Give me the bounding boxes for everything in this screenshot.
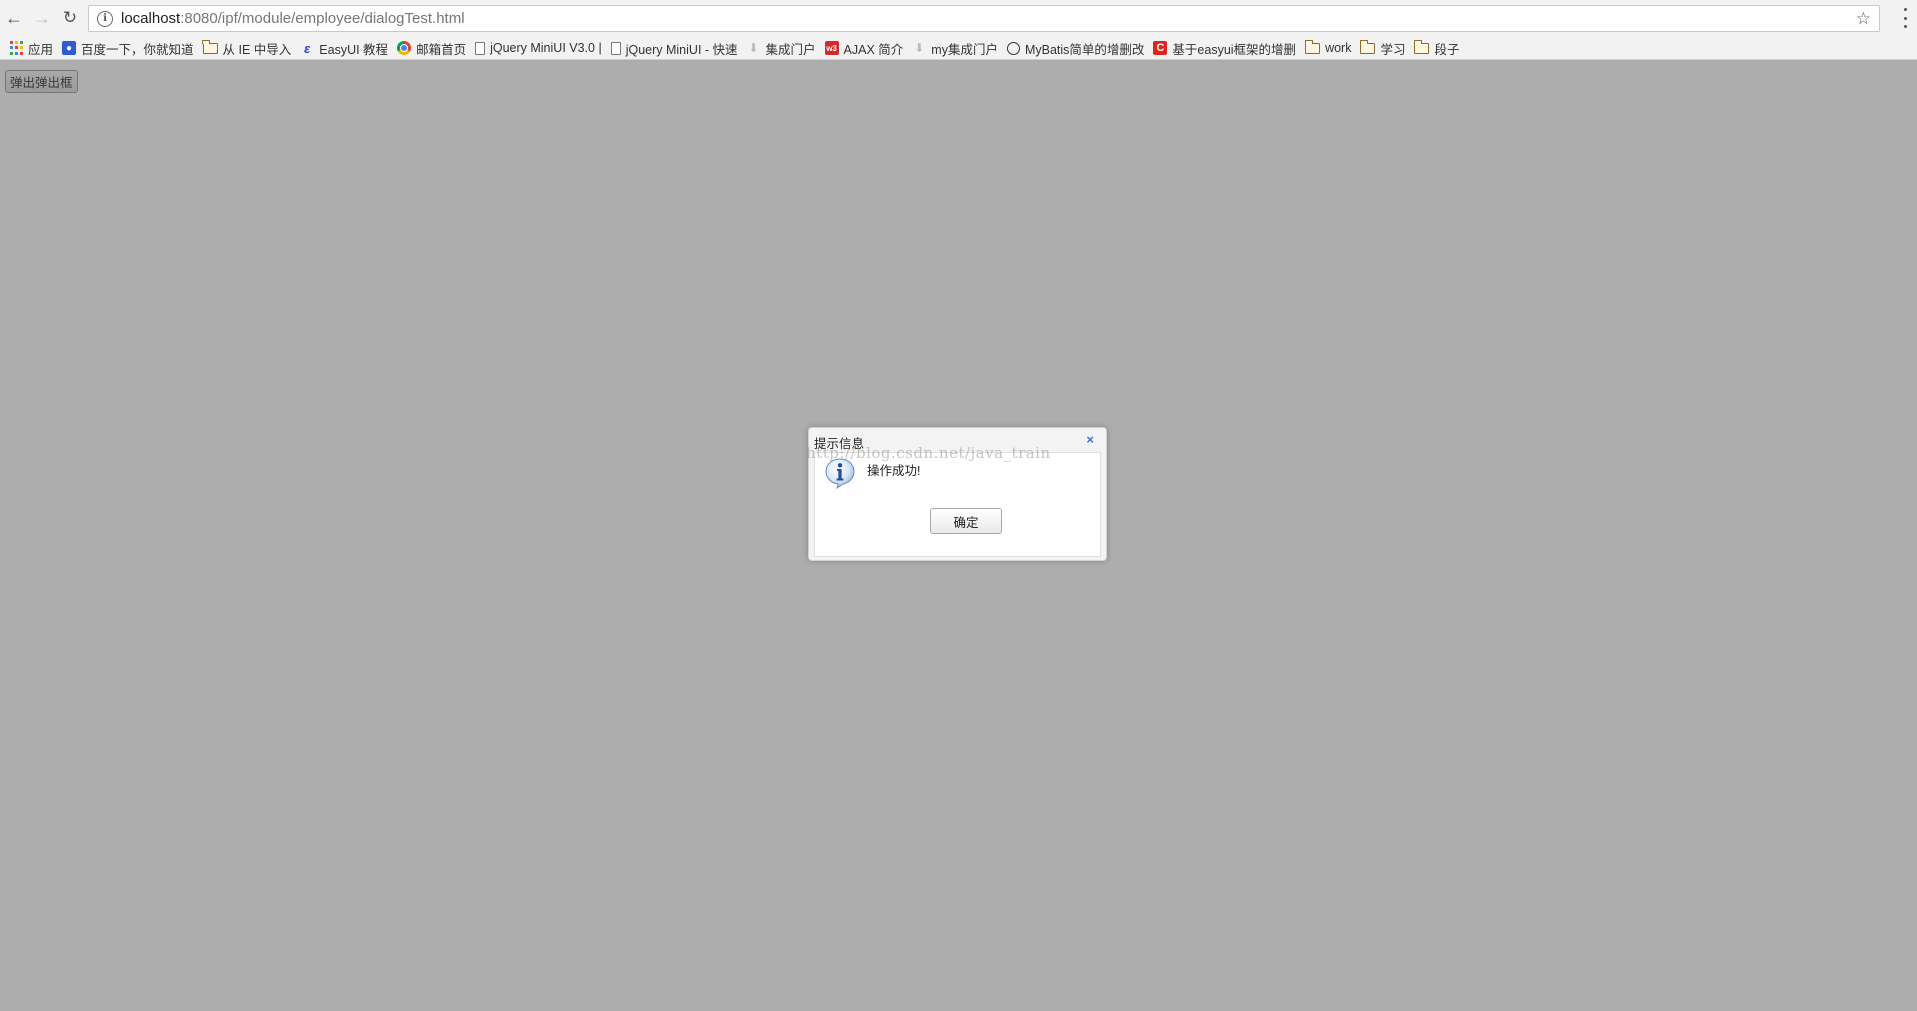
bookmark-label: work (1325, 41, 1352, 55)
bookmark-portal[interactable]: ⬇ 集成门户 (744, 37, 822, 59)
bookmark-label: 百度一下，你就知道 (81, 42, 194, 57)
ok-button[interactable]: 确定 (930, 508, 1002, 534)
bookmark-my-portal[interactable]: ⬇ my集成门户 (909, 37, 1004, 59)
bookmark-miniui[interactable]: jQuery MiniUI - 快速 (608, 37, 744, 59)
bookmark-folder-study[interactable]: 学习 (1357, 37, 1411, 59)
dialog-message: 操作成功! (867, 464, 921, 478)
bookmark-easyui-crud[interactable]: C 基于easyui框架的增删 (1150, 37, 1302, 59)
apps-grid-icon (9, 41, 23, 55)
bookmarks-bar: 应用 ● 百度一下，你就知道 从 IE 中导入 ε EasyUI 教程 邮箱首页… (0, 36, 1917, 60)
download-icon: ⬇ (914, 41, 925, 55)
browser-menu-icon[interactable] (1899, 8, 1911, 28)
dialog-body: 操作成功! 确定 (814, 452, 1101, 557)
reload-icon[interactable]: ↻ (58, 6, 82, 30)
bookmark-label: 学习 (1380, 42, 1406, 57)
dialog-header[interactable]: 提示信息 × (809, 428, 1106, 451)
bookmark-miniui-v3[interactable]: jQuery MiniUI V3.0 | (472, 37, 608, 59)
bookmark-label: 从 IE 中导入 (222, 42, 292, 57)
url-host: localhost (121, 10, 181, 27)
folder-icon (1359, 39, 1376, 54)
bookmark-label: 邮箱首页 (416, 42, 467, 57)
github-icon (1006, 41, 1020, 55)
info-icon (825, 458, 855, 489)
bookmark-label: EasyUI 教程 (319, 42, 389, 57)
easyui-icon: ε (304, 40, 311, 56)
close-icon[interactable]: × (1086, 433, 1094, 446)
bookmark-apps[interactable]: 应用 (6, 37, 59, 59)
bookmark-label: my集成门户 (931, 42, 998, 57)
browser-chrome: ← → ↻ i localhost:8080/ipf/module/employ… (0, 0, 1917, 60)
page-icon (475, 41, 486, 55)
message-dialog: 提示信息 × 操作成功! 确定 (808, 427, 1107, 561)
baidu-paw-icon: ● (62, 41, 77, 55)
bookmark-mybatis[interactable]: MyBatis简单的增删改 (1004, 37, 1150, 59)
bookmark-star-icon[interactable]: ☆ (1856, 9, 1871, 29)
browser-toolbar: ← → ↻ i localhost:8080/ipf/module/employ… (0, 0, 1917, 36)
bookmark-label: jQuery MiniUI V3.0 | (490, 41, 602, 55)
bookmark-folder-jokes[interactable]: 段子 (1411, 37, 1465, 59)
folder-icon (1304, 39, 1321, 54)
bookmark-label: 集成门户 (765, 42, 816, 57)
folder-icon (202, 39, 218, 54)
bookmark-label: MyBatis简单的增删改 (1024, 42, 1145, 57)
dialog-title: 提示信息 (814, 437, 865, 451)
bookmark-ajax[interactable]: w3 AJAX 简介 (822, 37, 910, 59)
bookmark-mail[interactable]: 邮箱首页 (394, 37, 472, 59)
bookmark-label: 基于easyui框架的增删 (1172, 42, 1297, 57)
chrome-icon (397, 41, 412, 55)
download-icon: ⬇ (748, 41, 759, 55)
bookmark-baidu[interactable]: ● 百度一下，你就知道 (59, 37, 200, 59)
back-arrow-icon[interactable]: ← (2, 6, 26, 30)
bookmark-label: jQuery MiniUI - 快速 (625, 42, 738, 57)
site-info-icon[interactable]: i (97, 10, 113, 27)
page-icon (610, 41, 621, 55)
folder-icon (1413, 39, 1430, 54)
bookmark-label: 段子 (1434, 42, 1460, 57)
csdn-icon: C (1153, 41, 1168, 55)
address-bar[interactable]: i localhost:8080/ipf/module/employee/dia… (88, 5, 1880, 32)
bookmark-label: AJAX 简介 (843, 42, 904, 57)
url-text[interactable]: localhost:8080/ipf/module/employee/dialo… (121, 10, 465, 27)
bookmark-label: 应用 (28, 42, 54, 57)
bookmark-easyui[interactable]: ε EasyUI 教程 (297, 37, 394, 59)
forward-arrow-icon[interactable]: → (30, 6, 54, 30)
w3-icon: w3 (824, 41, 839, 55)
url-path: :8080/ipf/module/employee/dialogTest.htm… (180, 10, 465, 27)
bookmark-folder-work[interactable]: work (1302, 37, 1357, 59)
bookmark-ie-import[interactable]: 从 IE 中导入 (200, 37, 298, 59)
